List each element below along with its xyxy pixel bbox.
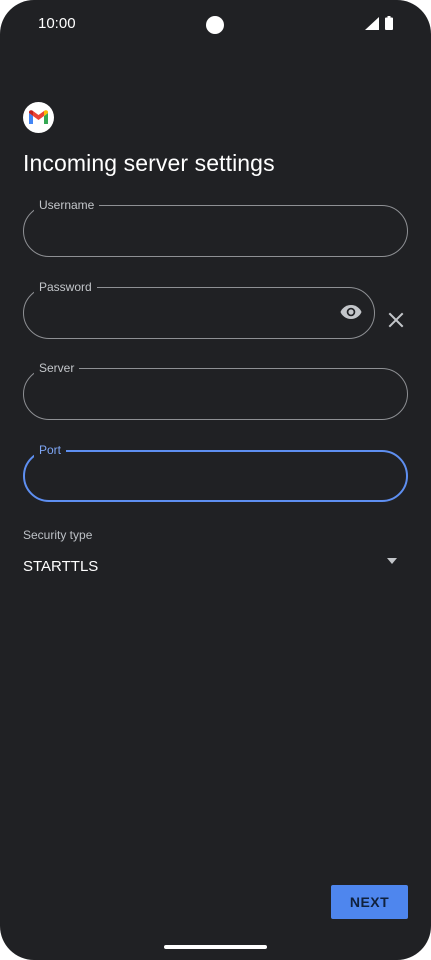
phone-screen: 10:00 Incoming server settings Username …	[0, 0, 431, 960]
username-field[interactable]: Username	[23, 197, 408, 257]
gmail-logo-icon	[23, 102, 54, 133]
server-label: Server	[34, 360, 80, 376]
eye-icon[interactable]	[340, 304, 362, 320]
signal-icon	[365, 17, 379, 30]
port-field[interactable]: Port	[23, 442, 408, 502]
username-input[interactable]	[40, 218, 367, 246]
status-time: 10:00	[38, 15, 76, 32]
page-title: Incoming server settings	[23, 150, 275, 176]
status-bar: 10:00	[0, 0, 431, 48]
dropdown-arrow-icon	[387, 558, 397, 564]
home-indicator[interactable]	[164, 945, 267, 949]
port-input[interactable]	[41, 464, 366, 492]
security-type-select[interactable]: STARTTLS	[23, 552, 408, 582]
server-field[interactable]: Server	[23, 360, 408, 420]
battery-icon	[385, 16, 393, 30]
password-label: Password	[34, 279, 97, 295]
password-field[interactable]: Password	[23, 279, 375, 339]
username-label: Username	[34, 197, 100, 213]
port-label: Port	[34, 442, 67, 458]
security-type-label: Security type	[23, 528, 93, 542]
next-button[interactable]: NEXT	[331, 885, 408, 919]
camera-cutout	[206, 16, 224, 34]
server-input[interactable]	[40, 381, 367, 409]
security-type-value: STARTTLS	[23, 558, 99, 575]
close-icon[interactable]	[388, 312, 404, 328]
password-input[interactable]	[40, 300, 334, 328]
